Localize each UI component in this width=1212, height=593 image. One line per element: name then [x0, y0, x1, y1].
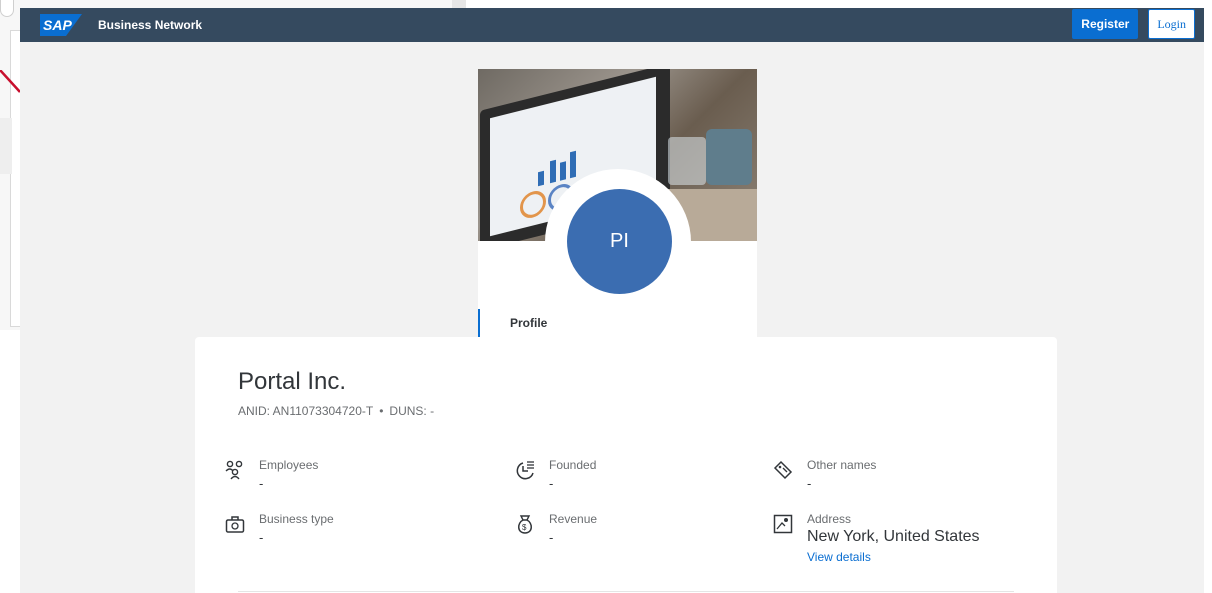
- duns-text: DUNS: -: [389, 404, 435, 418]
- field-founded: Founded -: [515, 458, 596, 491]
- map-icon: [773, 514, 793, 534]
- svg-text:$: $: [522, 523, 527, 532]
- field-business-type: Business type -: [225, 512, 334, 545]
- anid-text: ANID: AN11073304720-T: [238, 404, 374, 418]
- sap-business-network-app: SAP Business Network Register Login PI P…: [20, 8, 1204, 593]
- tab-profile-label: Profile: [510, 316, 548, 330]
- company-details-card: Portal Inc. ANID: AN11073304720-T • DUNS…: [195, 337, 1057, 593]
- founded-label: Founded: [549, 458, 597, 472]
- business-type-label: Business type: [259, 512, 334, 526]
- company-identifiers: ANID: AN11073304720-T • DUNS: -: [238, 404, 434, 418]
- svg-text:SAP: SAP: [43, 17, 72, 33]
- field-employees: Employees -: [225, 458, 318, 491]
- background-fragment: [452, 0, 466, 8]
- address-value: New York, United States: [807, 528, 980, 545]
- cover-bar: [550, 159, 556, 184]
- background-panel-row: [0, 118, 12, 174]
- founded-icon: [516, 461, 534, 480]
- field-revenue: $ Revenue -: [515, 512, 597, 545]
- cover-cup: [706, 129, 752, 185]
- tab-profile[interactable]: Profile: [478, 309, 547, 337]
- background-fragment: [0, 0, 14, 17]
- founded-value: -: [549, 476, 554, 491]
- cover-bar: [570, 150, 576, 179]
- sap-logo[interactable]: SAP: [40, 14, 82, 36]
- address-label: Address: [807, 512, 852, 526]
- register-button[interactable]: Register: [1072, 9, 1139, 39]
- profile-header-card: PI Profile: [478, 69, 757, 344]
- section-divider: [238, 591, 1014, 592]
- field-address: Address New York, United States View det…: [773, 512, 980, 564]
- field-other-names: Other names -: [773, 458, 876, 491]
- view-details-link[interactable]: View details: [807, 550, 980, 564]
- company-name: Portal Inc.: [238, 368, 347, 395]
- id-separator: •: [379, 404, 384, 418]
- avatar-initials: PI: [610, 230, 629, 252]
- money-bag-icon: $: [518, 515, 532, 534]
- business-type-value: -: [259, 530, 264, 545]
- briefcase-icon: [225, 516, 245, 533]
- cover-glass: [668, 137, 706, 185]
- avatar: PI: [567, 189, 672, 294]
- login-button[interactable]: Login: [1148, 9, 1195, 39]
- other-names-value: -: [807, 476, 812, 491]
- employees-label: Employees: [259, 458, 319, 472]
- shell-bar: SAP Business Network Register Login: [20, 8, 1204, 42]
- cover-bar: [560, 161, 566, 181]
- app-title: Business Network: [98, 18, 203, 32]
- cover-ring: [520, 188, 546, 221]
- employees-value: -: [259, 476, 264, 491]
- revenue-label: Revenue: [549, 512, 598, 526]
- other-names-label: Other names: [807, 458, 877, 472]
- employees-icon: [225, 460, 243, 480]
- cover-bar: [538, 170, 544, 187]
- shell-actions: Register Login: [1072, 9, 1195, 39]
- tag-icon: [773, 460, 793, 480]
- revenue-value: -: [549, 530, 554, 545]
